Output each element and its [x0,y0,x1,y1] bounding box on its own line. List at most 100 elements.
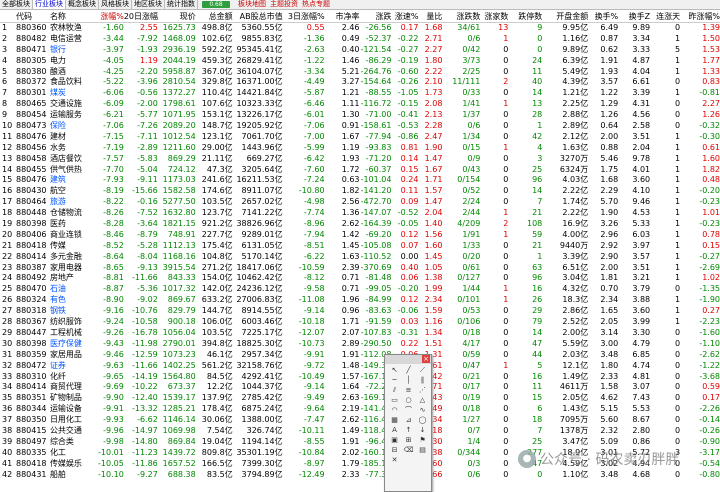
table-row[interactable]: 4 880305 电力 -4.05 1.19 2044.19 459.3亿 26829.41亿… [0,56,720,67]
tab-region-boards[interactable]: 地区板块 [132,0,165,9]
column-header-vol-ratio[interactable]: 量比 [418,11,442,22]
column-header-speed[interactable]: 涨速% [391,11,419,22]
column-header-turnover[interactable]: 总金额 [196,11,233,22]
column-header-turnover-rate[interactable]: 换手% [588,11,619,22]
table-row[interactable]: 9 880454 运输服务 -6.21 -5.77 1071.95 153.1亿 13226.… [0,110,720,121]
arc-tool-icon[interactable]: ◠ [388,406,401,415]
rect-tool-icon[interactable]: ▭ [388,396,401,405]
table-row[interactable]: 22 880414 多元金融 -8.64 -8.04 1168.16 104.8亿 5170.… [0,252,720,263]
table-row[interactable]: 7 880301 煤炭 -6.06 -0.56 1372.27 110.4亿 14421.84… [0,88,720,99]
table-row[interactable]: 29 880447 工程机械 -9.26 -16.78 1056.04 103.5亿 7225… [0,328,720,339]
table-row[interactable]: 32 880472 证券 -9.63 -11.66 1402.25 561.2亿 32158.… [0,361,720,372]
table-row[interactable]: 28 880367 纺织服饰 -9.24 -10.58 900.18 106.0亿 6003.… [0,317,720,328]
column-header-name[interactable]: 名称 [50,11,94,22]
column-header-change-20d[interactable]: 20日涨幅% [124,11,158,22]
column-header-code[interactable]: 代码 [16,11,50,22]
toolbox-title-bar[interactable]: × [385,355,431,364]
column-header-change-3d[interactable]: 3日涨幅% [283,11,325,22]
table-row[interactable]: 2 880482 电信运营 -3.44 -7.92 1468.09 102.6亿 9855.8… [0,34,720,45]
hline-tool-icon[interactable]: ─ [388,376,401,385]
column-header-market-cap[interactable]: AB股总市值 [233,11,283,22]
drawing-toolbox[interactable]: × ↖ ╱ ⟋ ─ │ ∥ ⫽ ≡ ⋰ ▭ ○ △ ◠ ⌒ ∿ ▦ ⊿ ◯ A … [384,354,432,492]
parallel-tool-icon[interactable]: ⫽ [388,386,401,395]
column-header-open-amount[interactable]: 开盘金额 [542,11,588,22]
eraser-tool-icon[interactable]: ⌫ [402,446,415,455]
table-row[interactable]: 25 880470 石油 -8.87 -5.36 1017.32 142.0亿 24236.1… [0,284,720,295]
table-row[interactable]: 12 880456 水务 -7.19 -2.89 1211.60 29.00亿 1443.96… [0,143,720,154]
table-row[interactable]: 23 880387 家用电器 -8.65 -9.13 3915.54 271.2亿 18417… [0,263,720,274]
table-row[interactable]: 35 880351 矿物制品 -9.90 -12.40 1539.17 137.9亿 2785… [0,393,720,404]
tab-industry-boards[interactable]: 行业板块 [33,0,66,9]
table-row[interactable]: 42 880431 船舶 -10.10 -9.27 688.38 83.5亿 3794.89亿… [0,470,720,481]
table-row[interactable]: 8 880465 交通设施 -6.09 -2.00 1798.61 107.6亿 10323.… [0,99,720,110]
table-row[interactable]: 6 880372 食品饮料 -5.22 -3.96 2810.54 329.8亿 16371.… [0,77,720,88]
tab-board-map[interactable]: 板块地图 [236,0,268,9]
column-header-up-down[interactable]: 涨跌数 [442,11,480,22]
table-row[interactable]: 21 880418 传媒 -8.52 -5.28 1112.13 175.4亿 6131.05… [0,241,720,252]
grid-tool-icon[interactable]: ▦ [388,416,401,425]
column-header-turnover-z[interactable]: 换手Z [618,11,650,22]
column-header-change-amt[interactable]: 涨跌 [360,11,391,22]
fan-tool-icon[interactable]: ⊿ [402,416,415,425]
table-row[interactable]: 36 880344 运输设备 -9.91 -13.32 1285.21 178.4亿 6875… [0,404,720,415]
table-row[interactable]: 10 880473 保险 -7.06 -7.26 2089.20 148.7亿 19205.9… [0,121,720,132]
table-row[interactable]: 26 880324 有色 -8.90 -9.02 869.67 633.2亿 27006.83… [0,295,720,306]
table-row[interactable]: 30 880398 医疗保健 -9.43 -11.98 2790.01 394.8亿 1882… [0,339,720,350]
delete-tool-icon[interactable]: ✕ [388,456,401,465]
text-tool-icon[interactable]: A [388,426,401,435]
tab-concept-boards[interactable]: 概念板块 [66,0,99,9]
table-row[interactable]: 11 880476 建材 -7.15 -7.11 1012.54 123.1亿 7061.70… [0,132,720,143]
cursor-icon[interactable]: ↖ [388,366,401,375]
table-row[interactable]: 19 880398 医药 -8.28 -3.64 1821.15 921.2亿 38826.9… [0,219,720,230]
table-row[interactable]: 24 880492 房地产 -8.81 -11.66 843.33 154.0亿 10462.… [0,273,720,284]
ray-tool-icon[interactable]: ⟋ [416,366,429,375]
ellipse-tool-icon[interactable]: ◯ [416,416,429,425]
table-row[interactable]: 27 880318 钢铁 -9.16 -10.76 829.79 144.7亿 8914.55… [0,306,720,317]
cycle-tool-icon[interactable]: ⌒ [402,406,415,415]
lock-tool-icon[interactable]: ▤ [416,446,429,455]
column-header-pb-ratio[interactable]: 市净率 [325,11,360,22]
table-row[interactable]: 17 880464 旅游 -8.22 -0.16 5277.50 103.5亿 2657.02… [0,197,720,208]
table-row[interactable]: 16 880430 航空 -8.19 -15.66 1582.58 174.6亿 8911.0… [0,186,720,197]
column-header-up-count[interactable]: 涨家数 [480,11,508,22]
table-row[interactable]: 37 880350 日用化工 -9.93 -6.62 1146.14 30.06亿 1388.… [0,415,720,426]
arrow-up-icon[interactable]: ↑ [402,426,415,435]
line-tool-icon[interactable]: ╱ [402,366,415,375]
channel-tool-icon[interactable]: ∥ [416,376,429,385]
column-header-streak-days[interactable]: 连涨天 [650,11,680,22]
table-row[interactable]: 5 880380 酿酒 -4.25 -2.20 5958.87 367.0亿 36104.07… [0,67,720,78]
table-row[interactable]: 34 880414 商贸代理 -9.69 -10.22 673.37 12.2亿 1044.3… [0,382,720,393]
fib-tool-icon[interactable]: ≡ [402,386,415,395]
column-header-limit-down[interactable]: 跌停数 [508,11,542,22]
triangle-tool-icon[interactable]: △ [416,396,429,405]
table-row[interactable]: 14 880455 供气供热 -7.70 -5.04 724.12 47.3亿 3205.64… [0,165,720,176]
close-icon[interactable]: × [422,355,430,363]
table-row[interactable]: 3 880471 银行 -3.97 -1.93 2936.19 592.2亿 95345.41… [0,45,720,56]
column-header-change-pct[interactable]: 涨幅% [94,11,124,22]
tab-hot-topics[interactable]: 热点专题 [300,0,332,9]
table-row[interactable]: 33 880310 化纤 -9.65 -14.19 1564.80 84.5亿 4292.41… [0,372,720,383]
tab-all-boards[interactable]: 全部板块 [0,0,33,9]
tab-theme-invest[interactable]: 主题投资 [268,0,300,9]
box-tool-icon[interactable]: ▣ [388,436,401,445]
table-row[interactable]: 20 880406 商业连锁 -8.46 -8.79 748.91 227.7亿 9289.0… [0,230,720,241]
arrow-down-icon[interactable]: ↓ [416,426,429,435]
wave-tool-icon[interactable]: ∿ [416,406,429,415]
gann-tool-icon[interactable]: ⋰ [416,386,429,395]
table-row[interactable]: 13 880458 酒店餐饮 -7.57 -5.83 869.29 21.11亿 669.27… [0,154,720,165]
vline-tool-icon[interactable]: │ [402,376,415,385]
price-label-icon[interactable]: ⊞ [402,436,415,445]
table-row[interactable]: 15 880476 建筑 -7.93 -9.11 1173.03 241.6亿 16211.5… [0,175,720,186]
table-row[interactable]: 31 880359 家居用品 -9.46 -12.59 1073.23 46.1亿 2957.… [0,350,720,361]
column-header-price[interactable]: 现价 [158,11,196,22]
measure-tool-icon[interactable]: ⊟ [388,446,401,455]
tab-stat-index[interactable]: 统计指数 [165,0,198,9]
table-row[interactable]: 38 880415 公共交通 -9.96 -14.97 1069.98 7.54亿 326.7… [0,426,720,437]
tab-style-boards[interactable]: 风格板块 [99,0,132,9]
circle-tool-icon[interactable]: ○ [402,396,415,405]
table-row[interactable]: 39 880497 综合类 -9.98 -14.80 869.84 19.04亿 1194.1… [0,437,720,448]
table-row[interactable]: 1 880360 农林牧渔 -1.60 2.55 1625.73 498.8亿 5360.55… [0,23,720,34]
table-row[interactable]: 18 880448 仓储物流 -8.26 -7.52 1632.80 123.7亿 7141.… [0,208,720,219]
column-header-prev-change[interactable]: 昨涨幅% [680,11,720,22]
flag-tool-icon[interactable]: ⚑ [416,436,429,445]
